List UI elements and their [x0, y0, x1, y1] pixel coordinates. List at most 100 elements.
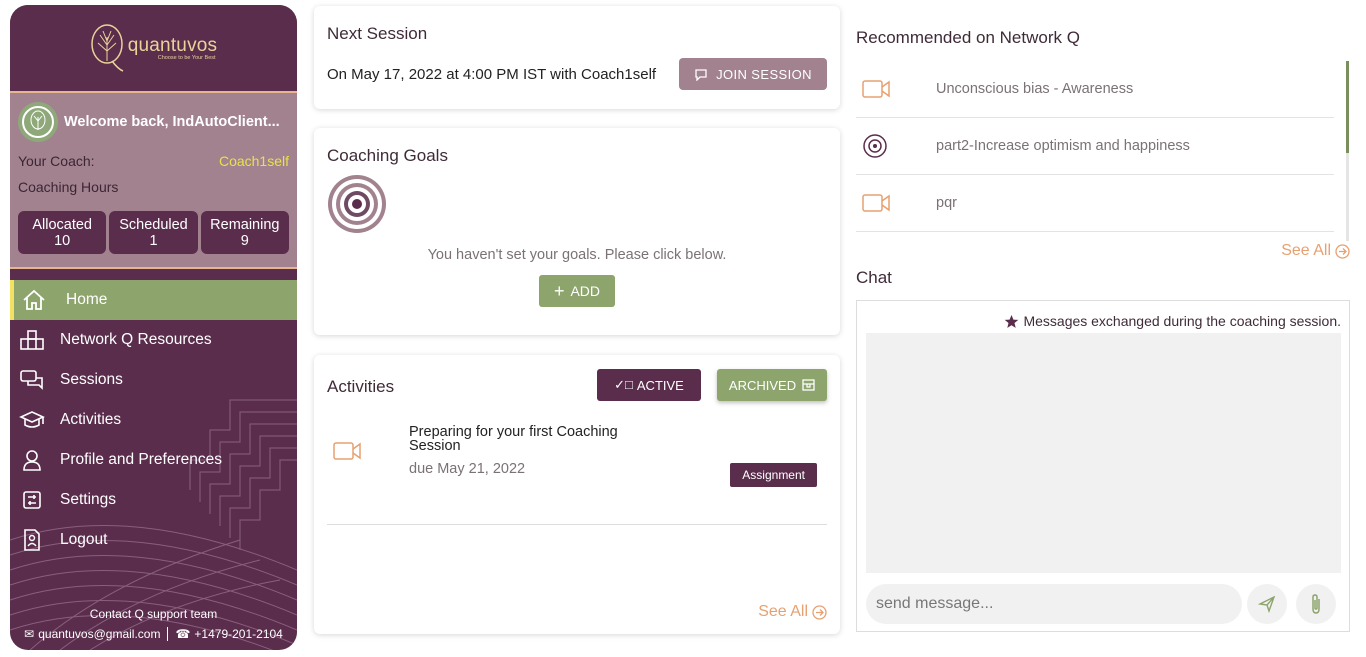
- chat-title: Chat: [856, 268, 892, 287]
- network-icon: [18, 326, 46, 354]
- nav-home-label: Home: [66, 291, 108, 308]
- support-title: Contact Q support team: [89, 607, 218, 621]
- mail-icon: ✉: [24, 627, 35, 641]
- recommended-item-label: pqr: [936, 195, 957, 211]
- scrollbar-thumb[interactable]: [1346, 61, 1349, 153]
- nav-settings-label: Settings: [60, 491, 117, 508]
- hours-remaining: Remaining 9: [200, 211, 289, 254]
- recommended-list: Unconscious bias - Awareness part2-Incre…: [856, 61, 1334, 232]
- main-nav: Home Network Q Resources Sessions Activi…: [10, 280, 297, 560]
- logo-name: quantuvos: [127, 35, 218, 56]
- target-icon: [328, 175, 386, 233]
- support-email[interactable]: quantuvos@gmail.com: [38, 627, 160, 641]
- hours-remaining-value: 9: [240, 233, 249, 249]
- arrow-circle-icon: [812, 604, 827, 620]
- assignment-badge: Assignment: [730, 463, 817, 487]
- audio-disc-icon: [862, 133, 902, 159]
- activities-see-all-link[interactable]: See All: [758, 603, 827, 621]
- attach-button[interactable]: [1296, 584, 1336, 624]
- nav-profile-preferences[interactable]: Profile and Preferences: [10, 440, 297, 480]
- chat-message-input[interactable]: [866, 584, 1242, 624]
- recommended-see-all-link[interactable]: See All: [1281, 242, 1350, 260]
- next-session-title: Next Session: [327, 24, 428, 43]
- support-phone[interactable]: +1479-201-2104: [194, 627, 282, 641]
- recommended-scrollbar[interactable]: [1346, 61, 1349, 241]
- video-icon: [333, 442, 361, 460]
- nav-network-label: Network Q Resources: [60, 331, 212, 348]
- settings-icon: [18, 486, 46, 514]
- chat-messages-area[interactable]: [866, 333, 1341, 573]
- coaching-hours-label: Coaching Hours: [18, 179, 119, 195]
- chat-note-text: Messages exchanged during the coaching s…: [1023, 313, 1341, 329]
- coach-name[interactable]: Coach1self: [219, 153, 289, 169]
- star-icon: [1005, 314, 1019, 328]
- user-icon: [18, 446, 46, 474]
- archive-box-icon: [802, 379, 815, 391]
- nav-home[interactable]: Home: [10, 280, 297, 320]
- hours-allocated: Allocated 10: [18, 211, 107, 254]
- avatar-tree-icon: [30, 110, 46, 130]
- chat-panel: Messages exchanged during the coaching s…: [856, 300, 1350, 632]
- hours-scheduled: Scheduled 1: [109, 211, 198, 254]
- activity-due-date: due May 21, 2022: [409, 461, 526, 477]
- nav-network-q-resources[interactable]: Network Q Resources: [10, 320, 297, 360]
- recommended-item[interactable]: Unconscious bias - Awareness: [856, 61, 1334, 118]
- activity-item[interactable]: Preparing for your first Coaching Sessio…: [327, 425, 827, 525]
- activity-title[interactable]: Preparing for your first Coaching Sessio…: [409, 425, 669, 454]
- active-filter-button[interactable]: ✓□ ACTIVE: [597, 369, 701, 401]
- active-label: ACTIVE: [636, 377, 684, 393]
- nav-activities[interactable]: Activities: [10, 400, 297, 440]
- sidebar: quantuvos Choose to be Your Best Welcome…: [10, 5, 297, 650]
- support-footer: Contact Q support team ✉ quantuvos@gmail…: [10, 607, 297, 650]
- home-icon: [20, 286, 48, 314]
- graduation-cap-icon: [18, 406, 46, 434]
- send-icon: [1258, 595, 1276, 613]
- activities-title: Activities: [327, 377, 395, 396]
- video-icon: [862, 79, 902, 99]
- recommended-item[interactable]: pqr: [856, 175, 1334, 232]
- recommended-title: Recommended on Network Q: [856, 28, 1080, 47]
- coaching-hours: Allocated 10 Scheduled 1 Remaining 9: [18, 211, 289, 254]
- phone-icon: ☎: [175, 627, 191, 641]
- nav-logout[interactable]: Logout: [10, 520, 297, 560]
- arrow-circle-icon: [1335, 243, 1350, 259]
- hours-allocated-value: 10: [54, 233, 71, 249]
- recommended-item-label: part2-Increase optimism and happiness: [936, 138, 1190, 154]
- chat-note: Messages exchanged during the coaching s…: [1004, 313, 1341, 329]
- see-all-label: See All: [758, 603, 808, 620]
- nav-activities-label: Activities: [60, 411, 122, 428]
- welcome-text: Welcome back, IndAutoClient...: [64, 114, 280, 130]
- recommended-item-label: Unconscious bias - Awareness: [936, 81, 1134, 97]
- hours-scheduled-value: 1: [149, 233, 158, 249]
- logo-tagline: Choose to be Your Best: [157, 55, 216, 61]
- coaching-goals-title: Coaching Goals: [327, 146, 448, 165]
- activities-card: Activities ✓□ ACTIVE ARCHIVED Preparing …: [314, 355, 840, 634]
- divider: [167, 627, 169, 641]
- paperclip-icon: [1312, 594, 1320, 614]
- add-goal-button[interactable]: + ADD: [539, 275, 615, 307]
- plus-icon: +: [553, 281, 565, 301]
- logo[interactable]: quantuvos Choose to be Your Best: [10, 5, 297, 93]
- add-goal-label: ADD: [570, 283, 601, 299]
- hours-scheduled-label: Scheduled: [119, 217, 188, 233]
- join-session-button[interactable]: JOIN SESSION: [679, 58, 827, 90]
- join-session-label: JOIN SESSION: [716, 66, 812, 82]
- recommended-item[interactable]: part2-Increase optimism and happiness: [856, 118, 1334, 175]
- nav-sessions[interactable]: Sessions: [10, 360, 297, 400]
- chat-icon: [695, 68, 707, 81]
- profile-panel: Welcome back, IndAutoClient... Your Coac…: [10, 93, 297, 269]
- coaching-goals-card: Coaching Goals You haven't set your goal…: [314, 128, 840, 335]
- archived-label: ARCHIVED: [728, 377, 797, 393]
- archived-filter-button[interactable]: ARCHIVED: [717, 369, 827, 401]
- goals-empty-message: You haven't set your goals. Please click…: [427, 247, 727, 263]
- logo-tree-icon: [91, 24, 124, 72]
- nav-sessions-label: Sessions: [60, 371, 123, 388]
- coach-label: Your Coach:: [18, 153, 95, 169]
- send-button[interactable]: [1247, 584, 1287, 624]
- hours-allocated-label: Allocated: [32, 217, 92, 233]
- nav-profile-label: Profile and Preferences: [60, 451, 222, 468]
- check-chat-icon: ✓□: [614, 377, 633, 392]
- nav-settings[interactable]: Settings: [10, 480, 297, 520]
- chat-bubbles-icon: [18, 366, 46, 394]
- avatar[interactable]: [18, 102, 58, 142]
